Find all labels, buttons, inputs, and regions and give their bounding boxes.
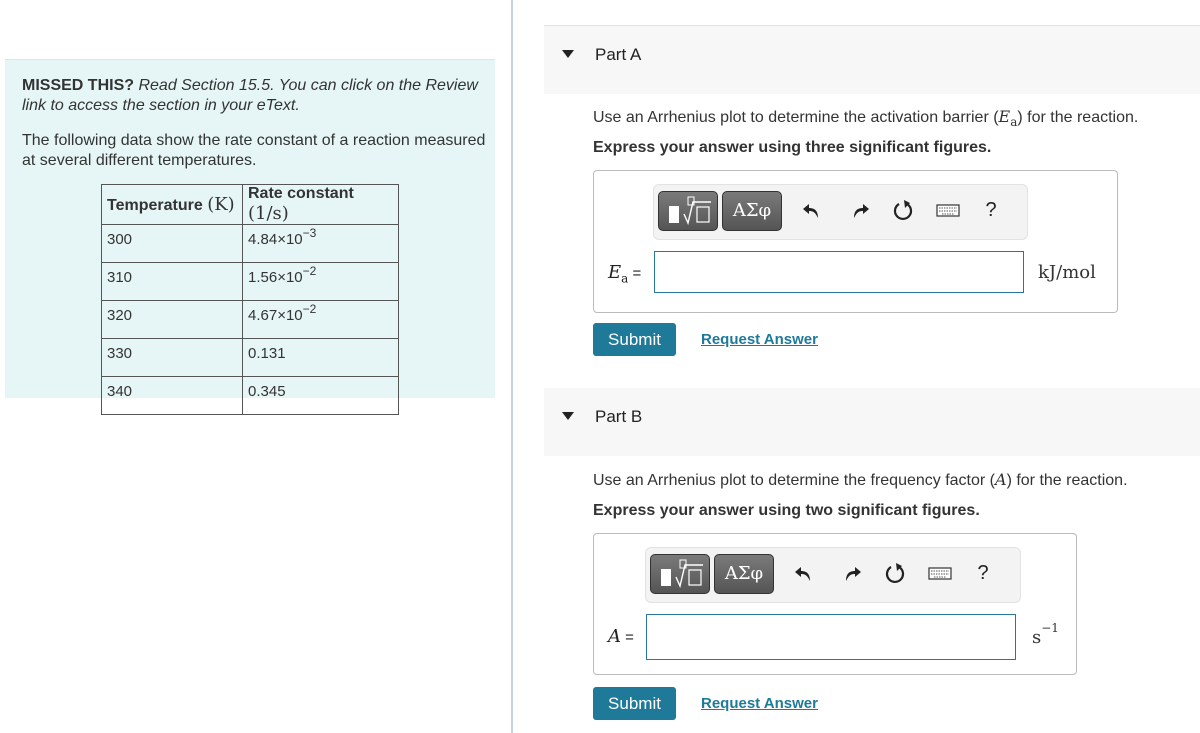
greek-letters-button[interactable]: ΑΣφ [714, 554, 774, 594]
collapse-triangle-icon[interactable] [562, 412, 574, 420]
help-icon[interactable]: ? [970, 560, 996, 586]
a-answer-input[interactable] [646, 614, 1016, 660]
temperature-cell: 300 [101, 224, 243, 263]
templates-button[interactable] [658, 191, 718, 231]
part-a-title: Part A [595, 45, 642, 64]
math-toolbar: ΑΣφ ? [645, 547, 1021, 603]
part-b-instruction: Express your answer using two significan… [593, 502, 980, 519]
help-icon[interactable]: ? [978, 197, 1004, 223]
table-row: 340 0.345 [101, 376, 399, 415]
keyboard-icon[interactable] [927, 560, 953, 586]
reset-icon[interactable] [882, 560, 908, 586]
math-toolbar: ΑΣφ ? [653, 184, 1028, 240]
part-b-question: Use an Arrhenius plot to determine the f… [593, 470, 1128, 489]
part-a-submit-button[interactable]: Submit [593, 323, 676, 356]
greek-letters-button[interactable]: ΑΣφ [722, 191, 782, 231]
ea-label: Ea = [608, 262, 642, 286]
part-b-request-answer-link[interactable]: Request Answer [701, 695, 818, 712]
rate-constant-cell: 4.84×10−3 [242, 224, 399, 263]
table-row: 310 1.56×10−2 [101, 262, 399, 301]
collapse-triangle-icon[interactable] [562, 50, 574, 58]
temperature-cell: 320 [101, 300, 243, 339]
templates-button[interactable] [650, 554, 710, 594]
table-row: 300 4.84×10−3 [101, 224, 399, 263]
undo-icon[interactable] [792, 560, 818, 586]
ea-unit: kJ/mol [1038, 262, 1096, 283]
part-b-answer-box: ΑΣφ ? A = s−1 [593, 533, 1077, 675]
missed-this-panel: MISSED THIS? Read Section 15.5. You can … [5, 59, 495, 415]
undo-icon[interactable] [800, 197, 826, 223]
part-b-title: Part B [595, 407, 643, 426]
rate-constant-cell: 4.67×10−2 [242, 300, 399, 339]
panel-divider[interactable] [511, 0, 513, 733]
table-row: 320 4.67×10−2 [101, 300, 399, 339]
table-row: 330 0.131 [101, 338, 399, 377]
header-temperature: Temperature (K) [101, 184, 243, 225]
part-a-header[interactable]: Part A [544, 25, 1200, 94]
missed-this-label: MISSED THIS? [22, 77, 135, 94]
rate-constant-cell: 0.345 [242, 376, 399, 415]
rate-constant-cell: 1.56×10−2 [242, 262, 399, 301]
keyboard-icon[interactable] [935, 197, 961, 223]
redo-icon[interactable] [846, 197, 872, 223]
rate-data-table: Temperature (K) Rate constant (1/s) 300 … [101, 184, 399, 415]
ea-answer-input[interactable] [654, 251, 1024, 293]
table-header-row: Temperature (K) Rate constant (1/s) [101, 184, 399, 225]
temperature-cell: 340 [101, 376, 243, 415]
problem-intro: The following data show the rate constan… [22, 132, 486, 169]
part-a-answer-box: ΑΣφ ? Ea = kJ/mol [593, 170, 1118, 313]
missed-this-note: MISSED THIS? Read Section 15.5. You can … [22, 76, 492, 116]
templates-icon [661, 559, 703, 589]
part-a-question: Use an Arrhenius plot to determine the a… [593, 107, 1139, 130]
header-rate-constant: Rate constant (1/s) [242, 184, 399, 225]
part-a-instruction: Express your answer using three signific… [593, 139, 992, 156]
a-unit: s−1 [1032, 621, 1059, 648]
reset-icon[interactable] [890, 197, 916, 223]
temperature-cell: 330 [101, 338, 243, 377]
rate-constant-cell: 0.131 [242, 338, 399, 377]
part-a-request-answer-link[interactable]: Request Answer [701, 331, 818, 348]
a-label: A = [608, 626, 634, 647]
templates-icon [669, 196, 711, 226]
part-b-submit-button[interactable]: Submit [593, 687, 676, 720]
temperature-cell: 310 [101, 262, 243, 301]
redo-icon[interactable] [838, 560, 864, 586]
part-b-header[interactable]: Part B [544, 388, 1200, 456]
